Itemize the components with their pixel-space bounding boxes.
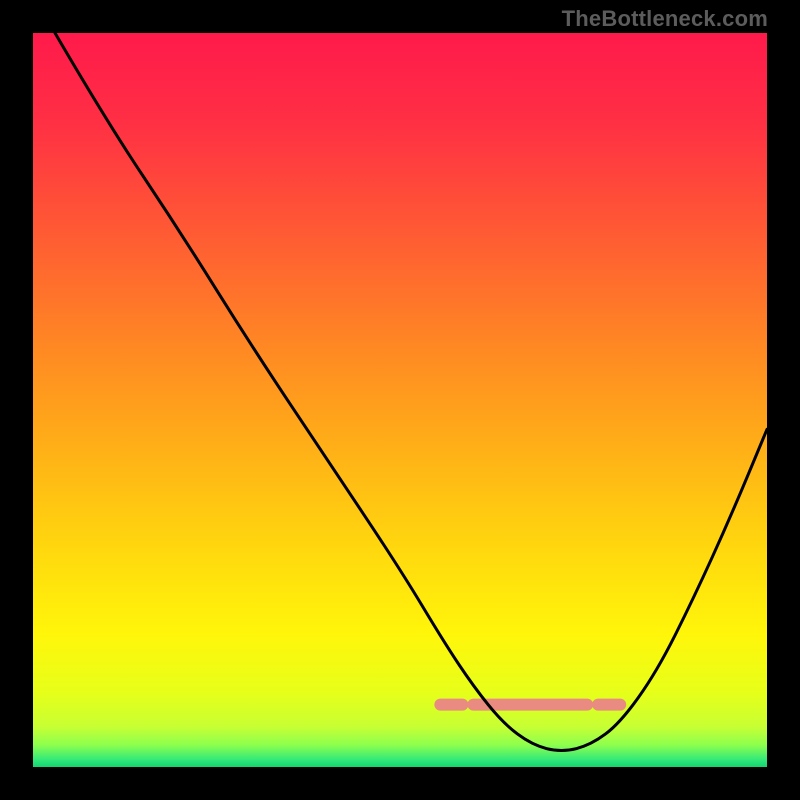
- chart-svg: [33, 33, 767, 767]
- chart-plot-area: [33, 33, 767, 767]
- gradient-background: [33, 33, 767, 767]
- watermark-text: TheBottleneck.com: [562, 6, 768, 32]
- outer-frame: TheBottleneck.com: [0, 0, 800, 800]
